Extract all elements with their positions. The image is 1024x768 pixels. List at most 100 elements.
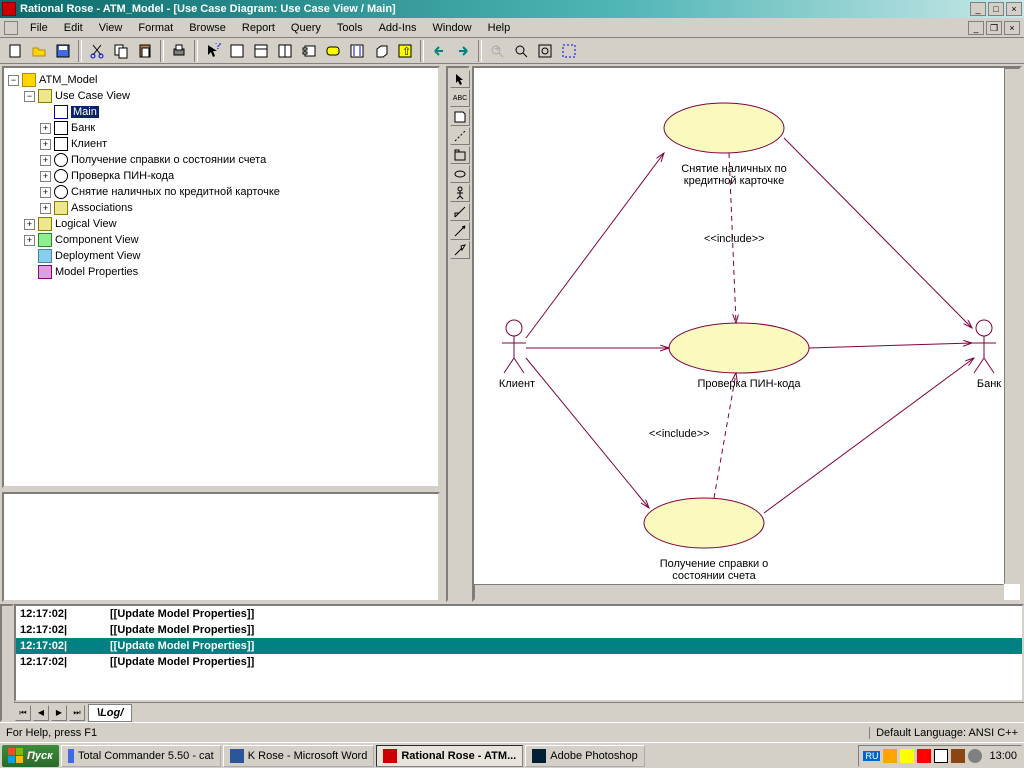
maximize-button[interactable]: □ [988, 2, 1004, 16]
menu-query[interactable]: Query [283, 20, 329, 36]
actor-tool[interactable] [450, 184, 470, 202]
forward-button[interactable] [452, 40, 474, 62]
model-tree[interactable]: −ATM_Model −Use Case View Main +Банк +Кл… [2, 66, 440, 488]
text-tool[interactable]: ABC [450, 89, 470, 107]
association-tool[interactable] [450, 203, 470, 221]
tree-uc1[interactable]: +Получение справки о состоянии счета [8, 152, 434, 168]
menu-window[interactable]: Window [425, 20, 480, 36]
assoc-client-bot[interactable] [526, 358, 649, 508]
taskbar-item[interactable]: K Rose - Microsoft Word [223, 745, 375, 767]
taskbar-item[interactable]: Total Commander 5.50 - cat [61, 745, 221, 767]
tree-logical-view[interactable]: +Logical View [8, 216, 434, 232]
paste-button[interactable] [134, 40, 156, 62]
tree-uc3[interactable]: +Снятие наличных по кредитной карточке [8, 184, 434, 200]
expand-icon[interactable]: + [40, 123, 51, 134]
tree-bank[interactable]: +Банк [8, 120, 434, 136]
tree-uc2[interactable]: +Проверка ПИН-кода [8, 168, 434, 184]
expand-icon[interactable]: + [24, 219, 35, 230]
generalization-tool[interactable] [450, 241, 470, 259]
log-row[interactable]: 12:17:02|[[Update Model Properties]] [16, 606, 1022, 622]
expand-icon[interactable]: + [40, 155, 51, 166]
tray-icon[interactable] [934, 749, 948, 763]
actor-bank[interactable] [972, 320, 996, 373]
close-button[interactable]: × [1006, 2, 1022, 16]
minimize-button[interactable]: _ [970, 2, 986, 16]
log-nav-next[interactable]: ▶ [51, 705, 67, 721]
tree-main[interactable]: Main [8, 104, 434, 120]
horizontal-scrollbar[interactable] [474, 584, 1004, 600]
log-list[interactable]: 12:17:02|[[Update Model Properties]] 12:… [14, 604, 1024, 702]
browse-interact-button[interactable] [346, 40, 368, 62]
copy-button[interactable] [110, 40, 132, 62]
dependency-tool[interactable] [450, 222, 470, 240]
expand-icon[interactable]: + [40, 187, 51, 198]
menu-format[interactable]: Format [130, 20, 181, 36]
mdi-minimize-button[interactable]: _ [968, 21, 984, 35]
clock-icon[interactable] [968, 749, 982, 763]
pointer-tool[interactable] [450, 70, 470, 88]
tree-model-properties[interactable]: Model Properties [8, 264, 434, 280]
start-button[interactable]: Пуск [2, 745, 59, 767]
collapse-icon[interactable]: − [24, 91, 35, 102]
zoom-in-button[interactable]: + [486, 40, 508, 62]
include-bot-mid[interactable] [714, 373, 736, 498]
tree-component-view[interactable]: +Component View [8, 232, 434, 248]
mdi-close-button[interactable]: × [1004, 21, 1020, 35]
usecase-top-shape[interactable] [664, 103, 784, 153]
help-cursor-button[interactable]: ? [202, 40, 224, 62]
browse-state-button[interactable] [322, 40, 344, 62]
log-row[interactable]: 12:17:02|[[Update Model Properties]] [16, 654, 1022, 670]
menu-report[interactable]: Report [234, 20, 283, 36]
mdi-restore-button[interactable]: ❐ [986, 21, 1002, 35]
log-tab[interactable]: \Log/ [88, 704, 132, 722]
tray-icon[interactable] [900, 749, 914, 763]
new-button[interactable] [4, 40, 26, 62]
log-grip[interactable] [0, 604, 14, 722]
taskbar-clock[interactable]: 13:00 [989, 750, 1017, 762]
browse-class-button[interactable] [250, 40, 272, 62]
language-indicator[interactable]: RU [863, 751, 880, 761]
note-tool[interactable] [450, 108, 470, 126]
package-tool[interactable] [450, 146, 470, 164]
save-button[interactable] [52, 40, 74, 62]
tree-client[interactable]: +Клиент [8, 136, 434, 152]
menu-browse[interactable]: Browse [181, 20, 234, 36]
open-button[interactable] [28, 40, 50, 62]
menu-file[interactable]: File [22, 20, 56, 36]
tree-use-case-view[interactable]: −Use Case View [8, 88, 434, 104]
expand-icon[interactable]: + [40, 139, 51, 150]
tray-icon[interactable] [951, 749, 965, 763]
log-nav-prev[interactable]: ◀ [33, 705, 49, 721]
zoom-out-button[interactable] [510, 40, 532, 62]
assoc-mid-bank[interactable] [809, 343, 972, 348]
vertical-scrollbar[interactable] [1004, 68, 1020, 584]
menu-tools[interactable]: Tools [329, 20, 371, 36]
tray-icon[interactable] [883, 749, 897, 763]
browse-comp-button[interactable] [298, 40, 320, 62]
zoom-fit-button[interactable] [534, 40, 556, 62]
usecase-bot-shape[interactable] [644, 498, 764, 548]
collapse-icon[interactable]: − [8, 75, 19, 86]
usecase-tool[interactable] [450, 165, 470, 183]
menu-addins[interactable]: Add-Ins [371, 20, 425, 36]
anchor-tool[interactable] [450, 127, 470, 145]
expand-icon[interactable]: + [40, 203, 51, 214]
log-row[interactable]: 12:17:02|[[Update Model Properties]] [16, 622, 1022, 638]
log-nav-first[interactable]: ⏮ [15, 705, 31, 721]
print-button[interactable] [168, 40, 190, 62]
tree-root[interactable]: −ATM_Model [8, 72, 434, 88]
diagram-canvas[interactable]: Клиент Банк Снятие наличных по кредитной… [472, 66, 1022, 602]
taskbar-item[interactable]: Rational Rose - ATM... [376, 745, 523, 767]
expand-icon[interactable]: + [24, 235, 35, 246]
taskbar-item[interactable]: Adobe Photoshop [525, 745, 644, 767]
zoom-sel-button[interactable] [558, 40, 580, 62]
log-row[interactable]: 12:17:02|[[Update Model Properties]] [16, 638, 1022, 654]
actor-client[interactable] [502, 320, 526, 373]
tree-assoc[interactable]: +Associations [8, 200, 434, 216]
menu-view[interactable]: View [91, 20, 131, 36]
browse-deploy-button[interactable] [370, 40, 392, 62]
view-doc-button[interactable] [226, 40, 248, 62]
usecase-mid[interactable] [669, 323, 809, 373]
expand-icon[interactable]: + [40, 171, 51, 182]
menu-edit[interactable]: Edit [56, 20, 91, 36]
